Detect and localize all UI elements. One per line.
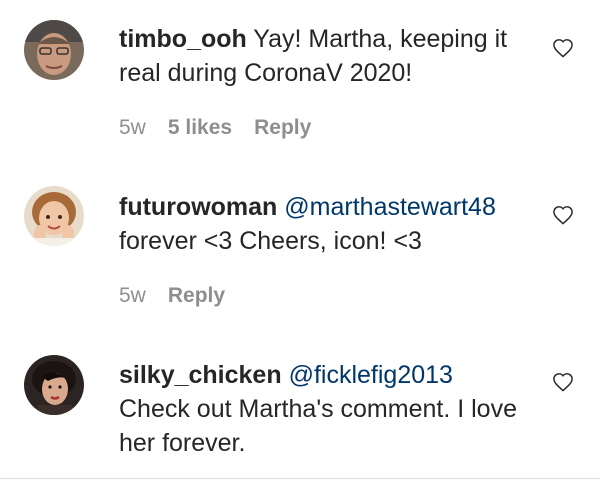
comment-text: timbo_ooh Yay! Martha, keeping it real d… — [119, 22, 519, 90]
comment-username[interactable]: futurowoman — [119, 193, 277, 221]
heart-outline-icon[interactable] — [552, 372, 574, 392]
heart-outline-icon[interactable] — [552, 38, 574, 58]
comment-username[interactable]: silky_chicken — [119, 361, 282, 389]
comment-username[interactable]: timbo_ooh — [119, 25, 247, 53]
comment-time[interactable]: 5w — [119, 284, 146, 308]
comment-likes[interactable]: 5 likes — [168, 116, 232, 140]
comment-text: futurowoman @marthastewart48 forever <3 … — [119, 190, 519, 258]
comment-mention[interactable]: @marthastewart48 — [284, 193, 496, 221]
avatar[interactable] — [24, 20, 84, 80]
comment-mention[interactable]: @ficklefig2013 — [289, 361, 453, 389]
comment-meta: 5w 5 likes Reply — [119, 116, 311, 140]
comment-meta: 5w Reply — [119, 284, 225, 308]
comment-text: silky_chicken @ficklefig2013 Check out M… — [119, 358, 519, 460]
comment-message: forever <3 Cheers, icon! <3 — [119, 227, 422, 255]
comment-time[interactable]: 5w — [119, 116, 146, 140]
reply-button[interactable]: Reply — [254, 116, 311, 140]
avatar[interactable] — [24, 355, 84, 415]
reply-button[interactable]: Reply — [168, 284, 225, 308]
divider — [0, 478, 600, 479]
heart-outline-icon[interactable] — [552, 205, 574, 225]
avatar[interactable] — [24, 186, 84, 246]
comment-message: Check out Martha's comment. I love her f… — [119, 395, 517, 457]
